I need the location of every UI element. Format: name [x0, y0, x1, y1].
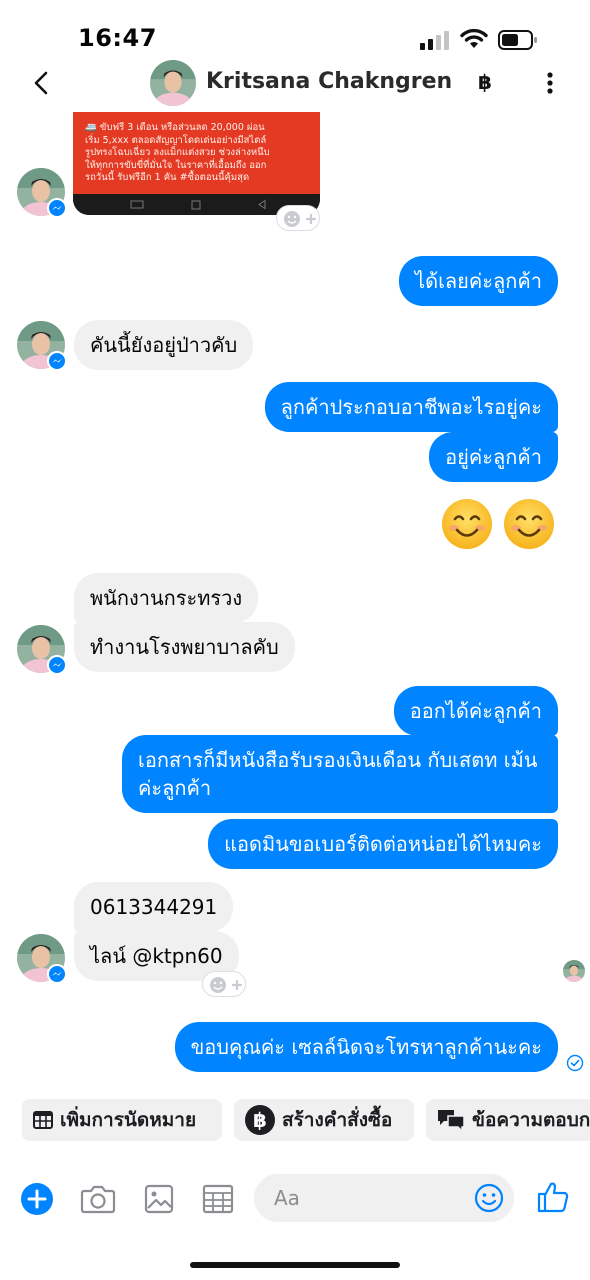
chip-label: สร้างคำสั่งซื้อ: [282, 1109, 393, 1131]
baht-currency-icon[interactable]: ฿: [478, 70, 492, 94]
messenger-badge-icon: [47, 655, 67, 675]
image-message[interactable]: 🚐 ขับฟรี 3 เดือน หรือส่วนลด 20,000 ผ่อน …: [73, 112, 320, 215]
message-input[interactable]: [274, 1182, 464, 1214]
home-indicator: [190, 1262, 400, 1268]
outgoing-message[interactable]: ขอบคุณค่ะ เซลล์นิดจะโทรหาลูกค้านะคะ: [174, 1022, 558, 1072]
create-order-chip[interactable]: ฿ สร้างคำสั่งซื้อ: [234, 1099, 414, 1141]
incoming-message[interactable]: คันนี้ยังอยู่ป่าวคับ: [74, 320, 254, 370]
outgoing-message[interactable]: เอกสารก็มีหนังสือรับรองเงินเดือน กับเสตท…: [122, 735, 558, 813]
ad-line: รถวันนี้ รับฟรีอีก 1 คัน #ซื้อตอนนี้คุ้ม…: [85, 172, 250, 183]
back-arrow-icon[interactable]: [28, 68, 56, 98]
cellular-signal-icon: [420, 31, 449, 50]
battery-icon: [498, 30, 537, 50]
chat-bubbles-icon: [438, 1110, 465, 1133]
chip-label: ข้อความตอบกลับ: [472, 1109, 590, 1131]
emoji-icon[interactable]: [474, 1183, 504, 1213]
ad-line: รูปทรงโฉบเฉี่ยว ลงแม็กแต่งสวย ช่วงล่างหน…: [85, 147, 270, 158]
profile-photo-icon: [563, 960, 585, 982]
ad-line: 🚐 ขับฟรี 3 เดือน หรือส่วนลด 20,000 ผ่อน: [85, 122, 265, 133]
add-reaction-button[interactable]: [276, 205, 320, 231]
sender-avatar[interactable]: [17, 934, 67, 984]
thumbs-up-icon[interactable]: [536, 1180, 570, 1214]
smiling-emoji-icon[interactable]: [502, 497, 556, 551]
ad-line: เริ่ม 5,xxx ตลอดสัญญาโดดเด่นอย่างมีสไตล์: [85, 134, 267, 146]
message-input-container[interactable]: [254, 1174, 514, 1222]
contact-name[interactable]: Kritsana Chakngren: [206, 69, 452, 94]
add-appointment-chip[interactable]: เพิ่มการนัดหมาย: [22, 1099, 222, 1141]
plus-icon[interactable]: [20, 1182, 54, 1216]
svg-text:฿: ฿: [253, 1108, 267, 1132]
read-receipt-avatar: [563, 960, 585, 982]
saved-replies-chip[interactable]: ข้อความตอบกลับ: [426, 1099, 590, 1141]
status-bar: 16:47: [0, 0, 590, 60]
incoming-message[interactable]: ทำงานโรงพยาบาลคับ: [74, 622, 295, 672]
sender-avatar[interactable]: [17, 625, 67, 675]
chip-label: เพิ่มการนัดหมาย: [60, 1109, 197, 1131]
ad-image-text: 🚐 ขับฟรี 3 เดือน หรือส่วนลด 20,000 ผ่อน …: [73, 112, 320, 194]
add-reaction-button[interactable]: [202, 971, 246, 997]
outgoing-message[interactable]: ลูกค้าประกอบอาชีพอะไรอยู่คะ: [264, 382, 558, 432]
table-grid-icon[interactable]: [202, 1184, 234, 1214]
add-reaction-icon: [284, 211, 317, 227]
outgoing-message[interactable]: ได้เลยค่ะลูกค้า: [399, 256, 558, 306]
gallery-icon[interactable]: [144, 1184, 174, 1214]
smiling-emoji-icon[interactable]: [440, 497, 494, 551]
messenger-badge-icon: [47, 198, 67, 218]
sender-avatar[interactable]: [17, 168, 67, 218]
add-reaction-icon: [210, 977, 243, 993]
more-options-icon[interactable]: [538, 68, 562, 98]
outgoing-message[interactable]: อยู่ค่ะลูกค้า: [429, 432, 558, 482]
incoming-message[interactable]: พนักงานกระทรวง: [74, 573, 259, 623]
camera-icon[interactable]: [80, 1183, 116, 1215]
sent-check-icon: [566, 1054, 584, 1072]
outgoing-message[interactable]: ออกได้ค่ะลูกค้า: [393, 686, 558, 736]
outgoing-message[interactable]: แอดมินขอเบอร์ติดต่อหน่อยได้ไหมคะ: [208, 819, 558, 869]
chat-header: Kritsana Chakngren ฿: [0, 56, 590, 112]
incoming-message[interactable]: 0613344291: [74, 882, 234, 932]
messenger-badge-icon: [47, 964, 67, 984]
baht-circle-icon: ฿: [245, 1105, 275, 1135]
profile-photo-icon: [150, 60, 196, 106]
calendar-grid-icon: [33, 1111, 53, 1129]
contact-avatar[interactable]: [150, 60, 196, 106]
messenger-badge-icon: [47, 351, 67, 371]
sender-avatar[interactable]: [17, 321, 67, 371]
ad-line: ให้ทุกการขับขี่ที่มั่นใจ ในราคาที่เอื้อม…: [85, 159, 267, 171]
wifi-icon: [460, 28, 488, 48]
status-time: 16:47: [78, 24, 157, 52]
